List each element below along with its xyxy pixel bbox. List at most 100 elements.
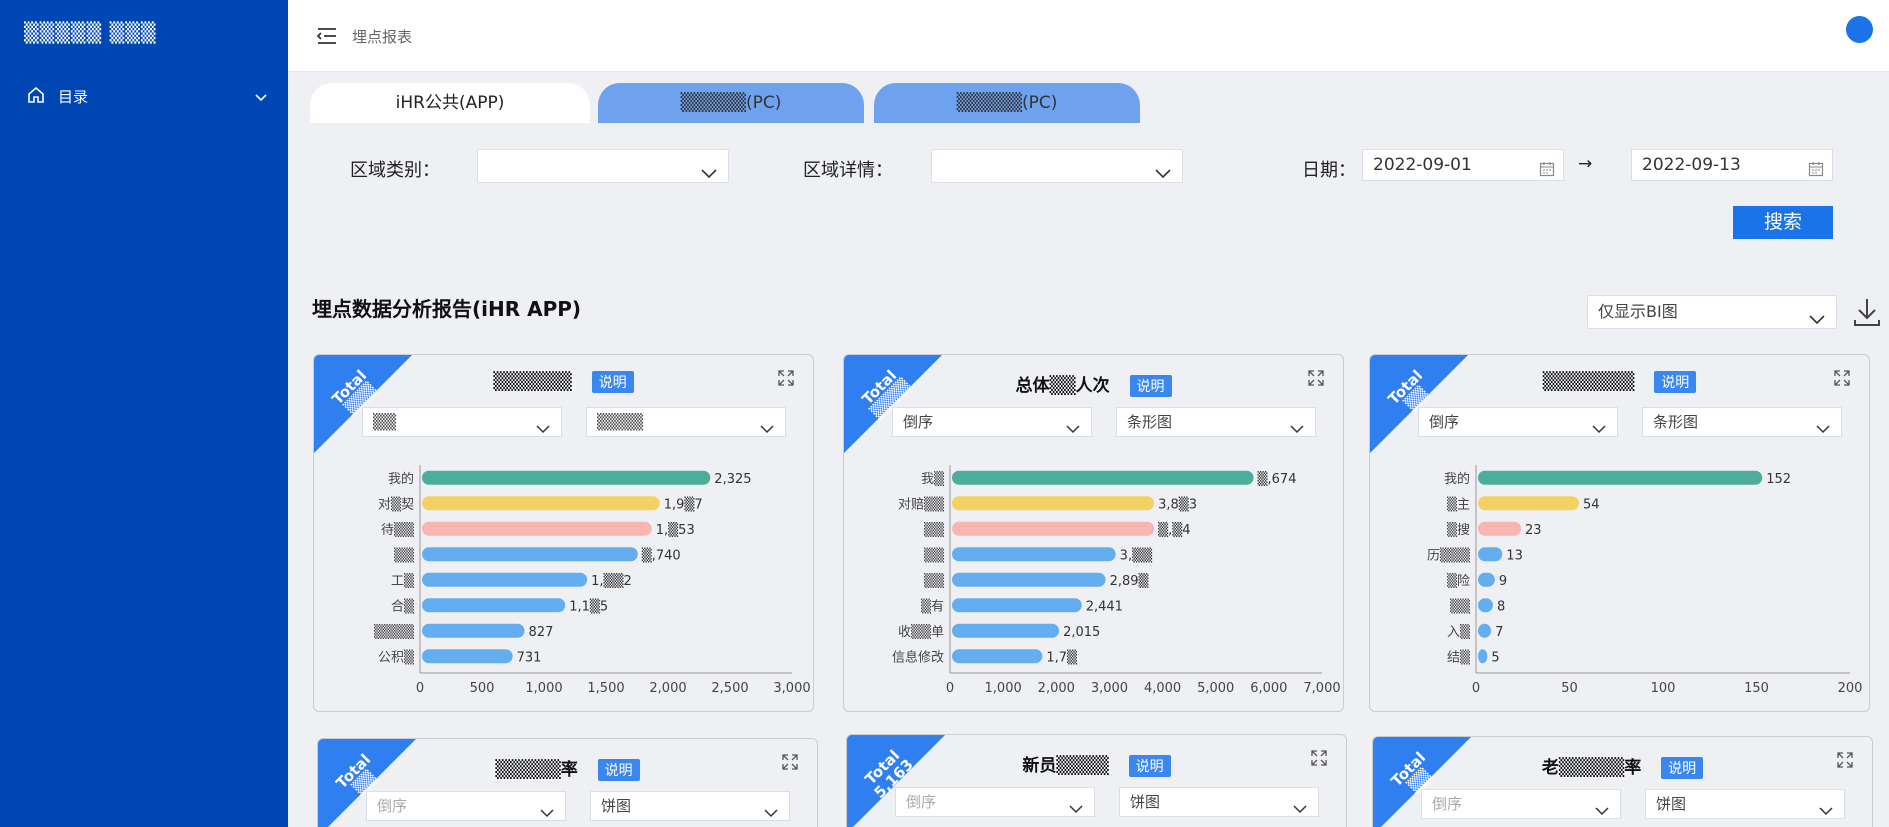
download-icon[interactable] [1852, 296, 1882, 332]
sort-select[interactable]: 倒序 [895, 787, 1095, 817]
region-type-select[interactable] [477, 149, 729, 183]
sort-value: 倒序 [906, 793, 937, 811]
chart-type-value: 饼图 [1130, 793, 1161, 811]
sort-select[interactable]: 倒序 [1418, 407, 1618, 437]
category-label: 待▒▒ [381, 521, 415, 538]
info-badge[interactable]: 说明 [1128, 755, 1171, 777]
chart-type-select[interactable]: 饼图 [590, 791, 790, 821]
sort-value: 倒序 [903, 413, 934, 431]
category-label: ▒搜 [1447, 521, 1470, 538]
search-button[interactable]: 搜索 [1733, 206, 1833, 239]
data-label: 827 [529, 625, 554, 640]
data-label: 1,9▒7 [664, 495, 703, 512]
chevron-down-icon [1065, 416, 1081, 444]
region-detail-select[interactable] [931, 149, 1183, 183]
sort-select[interactable]: 倒序 [892, 407, 1092, 437]
chart-type-value: 饼图 [601, 797, 632, 815]
category-label: ▒▒ [924, 521, 945, 538]
x-tick-label: 2,000 [649, 681, 686, 696]
info-badge[interactable]: 说明 [1654, 371, 1697, 393]
data-label: 3,8▒3 [1158, 495, 1197, 512]
user-avatar[interactable] [1846, 16, 1873, 43]
chevron-down-icon [763, 800, 779, 827]
bar [952, 572, 1106, 587]
info-badge[interactable]: 说明 [597, 759, 640, 781]
chart-type-select[interactable]: 条形图 [1116, 407, 1316, 437]
fullscreen-icon[interactable] [1833, 369, 1851, 391]
calendar-icon [1808, 157, 1824, 187]
view-mode-value: 仅显示BI图 [1598, 302, 1678, 321]
bar [952, 623, 1060, 638]
bar [1478, 649, 1488, 664]
data-label: 1,1▒5 [569, 597, 608, 614]
date-end-input[interactable]: 2022-09-13 [1631, 149, 1833, 181]
card-title-text: ▒▒▒▒▒▒▒ [1542, 372, 1635, 392]
info-badge[interactable]: 说明 [1661, 757, 1704, 779]
data-label: 5 [1491, 650, 1499, 665]
sort-select[interactable]: 倒序 [1421, 789, 1621, 819]
tab-ihr-app[interactable]: iHR公共(APP) [310, 83, 590, 123]
data-label: ▒,▒4 [1158, 521, 1190, 538]
sidebar: ▒▒▒▒▒ ▒▒▒ 目录 [0, 0, 288, 827]
chart-type-select[interactable]: 条形图 [1642, 407, 1842, 437]
fullscreen-icon[interactable] [1310, 749, 1328, 771]
x-tick-label: 2,000 [1038, 681, 1075, 696]
category-label: 公积▒ [378, 648, 415, 665]
bar [422, 470, 711, 485]
tab-pc-2[interactable]: ▒▒▒▒▒(PC) [874, 83, 1140, 123]
card-title: 老▒▒▒▒▒率 说明 [1373, 753, 1872, 779]
x-tick-label: 150 [1744, 681, 1769, 696]
fullscreen-icon[interactable] [777, 369, 795, 391]
x-tick-label: 50 [1561, 681, 1578, 696]
tab-pc-1[interactable]: ▒▒▒▒▒(PC) [598, 83, 864, 123]
sort-value: ▒▒ [373, 413, 397, 431]
view-mode-select[interactable]: 仅显示BI图 [1587, 295, 1837, 329]
x-tick-label: 0 [946, 681, 954, 696]
data-label: 8 [1497, 599, 1505, 614]
category-label: 历▒▒▒ [1427, 546, 1471, 563]
bar [952, 547, 1116, 562]
section-title: 埋点数据分析报告(iHR APP) [312, 297, 582, 321]
category-label: ▒▒ [924, 572, 945, 589]
sort-select[interactable]: 倒序 [366, 791, 566, 821]
card-title: 总体▒▒人次 说明 [844, 371, 1343, 397]
data-label: 7 [1495, 625, 1503, 640]
bar-chart: 0 50 100 150 200 我的 152 ▒主 54 ▒搜 23 历▒▒▒ 13 ▒险 9 ▒▒ 8 入▒ 7… [1427, 465, 1862, 696]
bar [1478, 496, 1579, 511]
x-tick-label: 100 [1651, 681, 1676, 696]
x-tick-label: 500 [470, 681, 495, 696]
menu-fold-icon[interactable] [316, 26, 338, 50]
chart-type-select[interactable]: 饼图 [1645, 789, 1845, 819]
bar [1478, 623, 1492, 638]
fullscreen-icon[interactable] [1836, 751, 1854, 773]
info-badge[interactable]: 说明 [591, 371, 634, 393]
sort-value: 倒序 [1429, 413, 1460, 431]
sort-value: 倒序 [1432, 795, 1463, 813]
chevron-down-icon [1292, 796, 1308, 824]
card-title: ▒▒▒▒▒▒ 说明 [314, 371, 813, 393]
chart-type-select[interactable]: ▒▒▒▒ [586, 407, 786, 437]
sort-select[interactable]: ▒▒ [362, 407, 562, 437]
chart-type-select[interactable]: 饼图 [1119, 787, 1319, 817]
chevron-down-icon [1808, 305, 1826, 337]
x-tick-label: 1,500 [587, 681, 624, 696]
data-label: 152 [1766, 472, 1791, 487]
card-title-text: 总体▒▒人次 [1015, 376, 1110, 396]
x-tick-label: 6,000 [1250, 681, 1287, 696]
card-title-text: ▒▒▒▒▒▒ [493, 372, 572, 392]
calendar-icon [1539, 157, 1555, 187]
date-label: 日期： [1302, 160, 1356, 181]
date-start-input[interactable]: 2022-09-01 [1362, 149, 1564, 181]
chevron-down-icon [539, 800, 555, 827]
fullscreen-icon[interactable] [1307, 369, 1325, 391]
sort-value: 倒序 [377, 797, 408, 815]
bar-chart: 0 500 1,000 1,500 2,000 2,500 3,000 我的 2,325 对▒契 1… [374, 465, 811, 696]
category-label: ▒主 [1447, 495, 1470, 512]
info-badge[interactable]: 说明 [1129, 375, 1172, 397]
x-tick-label: 1,000 [985, 681, 1022, 696]
card-title: ▒▒▒▒▒▒▒ 说明 [1370, 371, 1869, 393]
chevron-down-icon [1594, 798, 1610, 826]
fullscreen-icon[interactable] [781, 753, 799, 775]
sidebar-item-catalog[interactable]: 目录 [0, 78, 288, 114]
chart-type-value: 条形图 [1653, 413, 1699, 431]
